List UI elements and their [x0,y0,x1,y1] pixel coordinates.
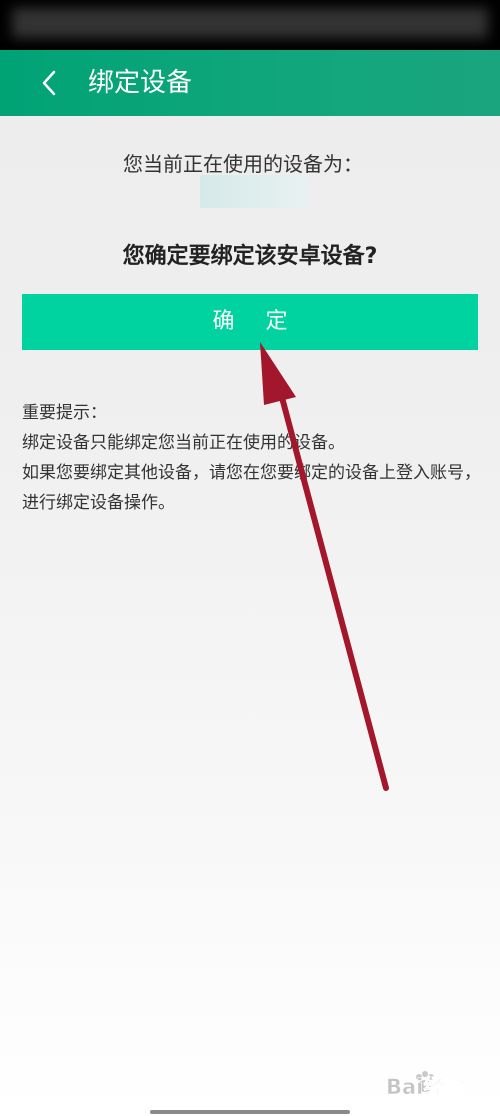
notice-line-1: 绑定设备只能绑定您当前正在使用的设备。 [22,433,345,453]
baidu-watermark: Bai经验 [386,1071,466,1099]
status-bar-blurred-content [12,8,488,38]
home-indicator[interactable] [150,1110,350,1114]
status-bar [0,0,500,50]
back-button[interactable] [28,62,70,104]
confirm-button[interactable]: 确 定 [22,294,478,350]
chevron-left-icon [42,70,56,96]
app-header: 绑定设备 [0,50,500,116]
device-name-redacted [200,175,308,208]
current-device-label: 您当前正在使用的设备为： [123,152,363,176]
watermark-text: Bai经验 [386,1075,465,1099]
page-title: 绑定设备 [88,68,193,98]
notice-block: 重要提示： 绑定设备只能绑定您当前正在使用的设备。 如果您要绑定其他设备，请您在… [22,398,482,518]
annotation-arrow-head [260,342,296,405]
notice-line-2: 如果您要绑定其他设备，请您在您要绑定的设备上登入账号，进行绑定设备操作。 [22,463,481,513]
notice-title: 重要提示： [22,403,107,423]
confirm-question: 您确定要绑定该安卓设备? [122,244,378,269]
